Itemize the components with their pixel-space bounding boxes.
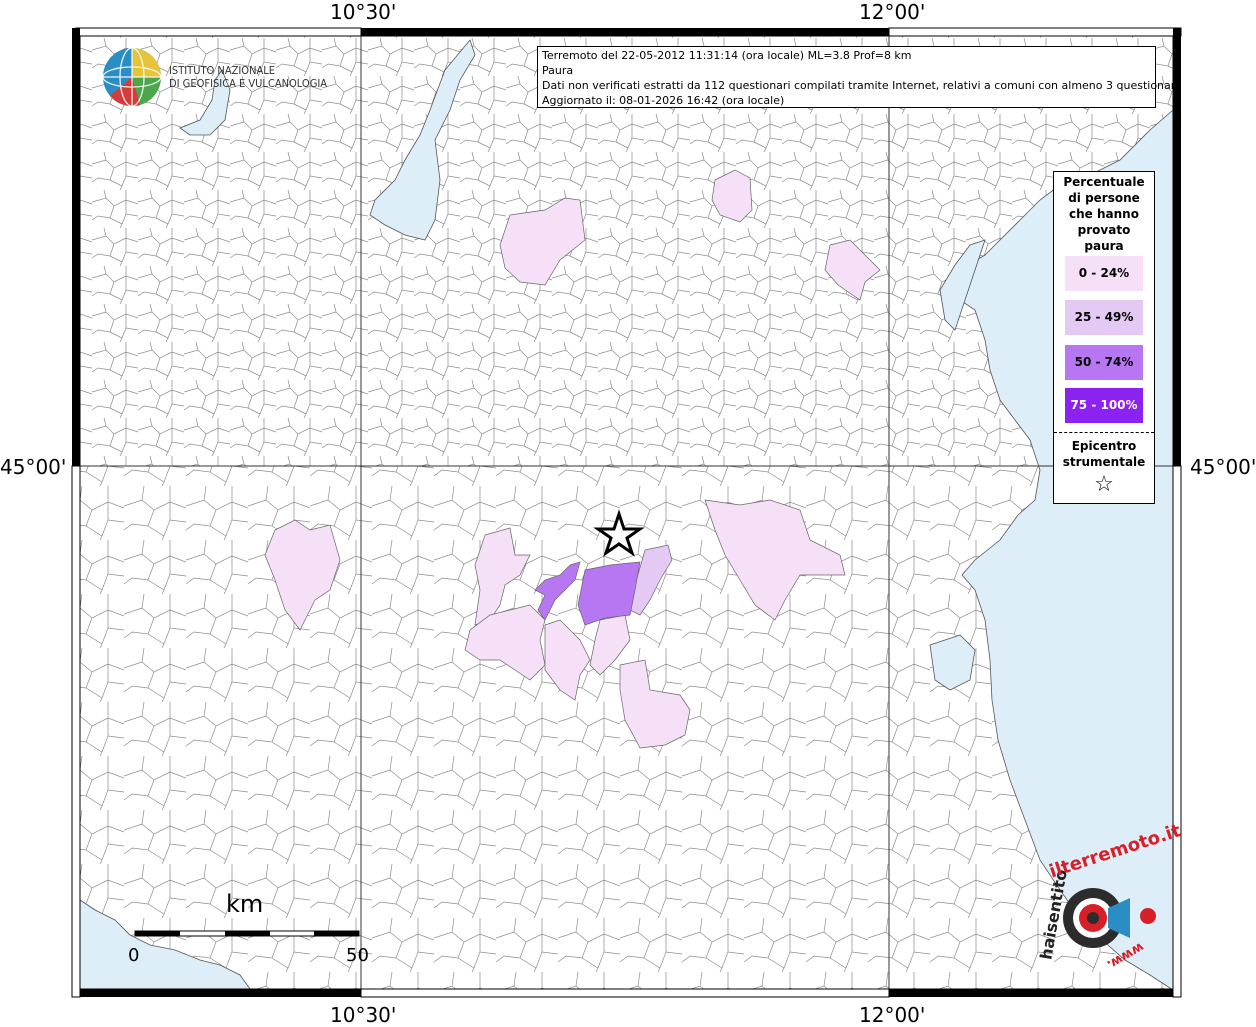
legend-class-25-49: 25 - 49% [1065, 300, 1143, 335]
info-line-disclaimer: Dati non verificati estratti da 112 ques… [542, 79, 1182, 92]
legend-class-50-74: 50 - 74% [1065, 345, 1143, 380]
bottom-label-lon-2: 12°00' [859, 1003, 926, 1027]
legend-title-line: paura [1084, 239, 1124, 253]
legend-title-line: provato [1077, 223, 1131, 237]
scale-unit: km [226, 890, 264, 918]
legend-title: Percentuale di persone che hanno provato… [1054, 172, 1154, 254]
legend-epicenter-line: Epicentro [1071, 439, 1137, 453]
ingv-logo-text: ISTITUTO NAZIONALE DI GEOFISICA E VULCAN… [169, 64, 327, 90]
legend-title-line: Percentuale [1063, 175, 1145, 189]
bottom-label-lon-1: 10°30' [330, 1003, 397, 1027]
legend-class-75-100: 75 - 100% [1065, 388, 1143, 423]
info-line-updated: Aggiornato il: 08-01-2026 16:42 (ora loc… [542, 94, 785, 107]
info-line-parameter: Paura [542, 64, 574, 77]
scale-bar [134, 930, 360, 937]
right-label-lat: 45°00' [1190, 455, 1256, 479]
legend-star-icon: ☆ [1094, 472, 1114, 497]
legend-title-line: che hanno [1069, 207, 1139, 221]
left-label-lat: 45°00' [0, 455, 67, 479]
scale-max: 50 [346, 945, 369, 966]
ingv-line2: DI GEOFISICA E VULCANOLOGIA [169, 77, 328, 90]
info-line-event: Terremoto del 22-05-2012 11:31:14 (ora l… [542, 49, 912, 62]
legend-title-line: di persone [1068, 191, 1140, 205]
info-box: Terremoto del 22-05-2012 11:31:14 (ora l… [537, 46, 1182, 108]
ingv-line1: ISTITUTO NAZIONALE [169, 64, 276, 77]
ingv-logo-icon [102, 47, 162, 107]
top-label-lon-2: 12°00' [859, 0, 926, 24]
top-label-lon-1: 10°30' [330, 0, 397, 24]
legend: Percentuale di persone che hanno provato… [1053, 171, 1155, 504]
legend-epicenter-label: Epicentro strumentale [1054, 438, 1154, 470]
scale-min: 0 [128, 945, 140, 966]
legend-divider [1054, 432, 1154, 433]
legend-epicenter-line: strumentale [1062, 455, 1146, 469]
legend-class-0-24: 0 - 24% [1065, 256, 1143, 291]
